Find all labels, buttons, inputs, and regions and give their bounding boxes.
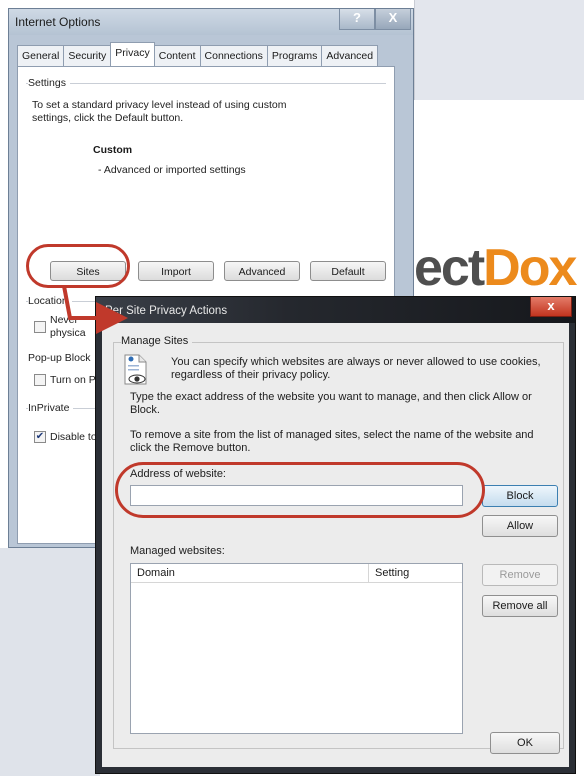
callout-arrow — [62, 285, 128, 334]
tab-privacy[interactable]: Privacy — [110, 42, 155, 66]
